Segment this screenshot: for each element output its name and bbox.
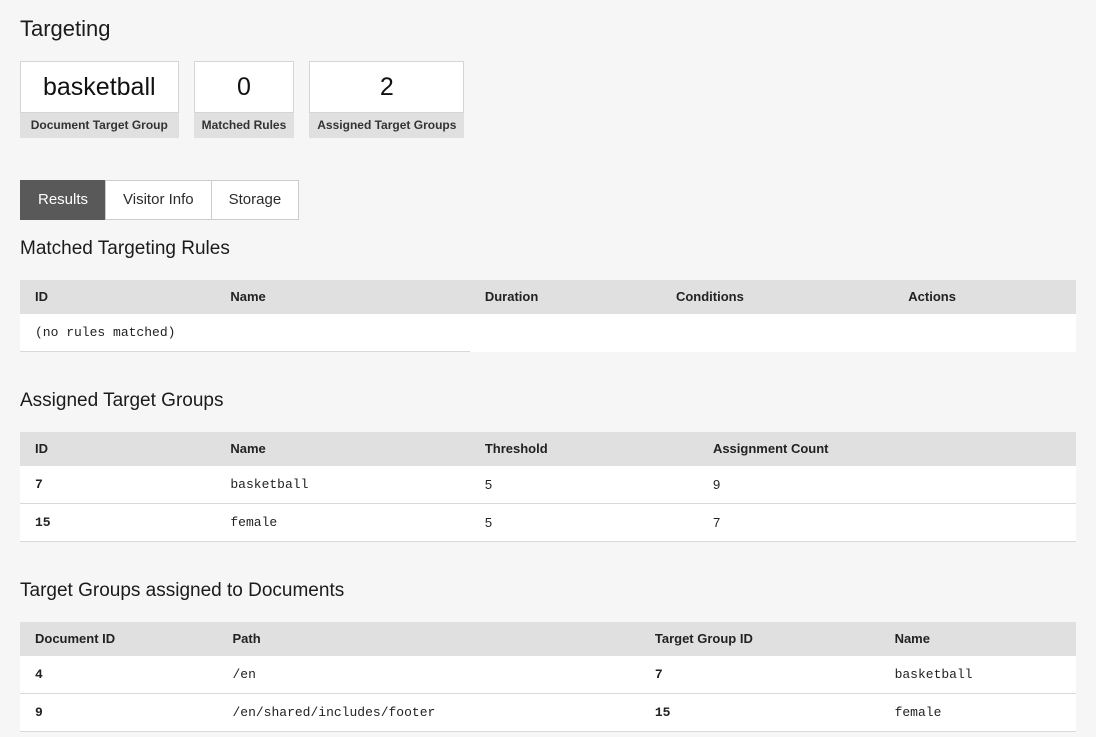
stat-value-document-target-group: basketball [20,61,179,113]
column-header-id: ID [20,432,215,466]
document-id-cell: 9 [20,694,217,732]
column-header-path: Path [217,622,639,656]
document-path-cell: /en [217,656,639,694]
stat-label-matched-rules: Matched Rules [194,113,295,138]
target-group-name-cell: female [880,694,1076,732]
tab-bar: Results Visitor Info Storage [20,180,1076,220]
group-name-cell: female [215,504,469,542]
column-header-name: Name [215,280,469,314]
table-header-row: ID Name Threshold Assignment Count [20,432,1076,466]
stat-cards: basketball Document Target Group 0 Match… [20,61,1076,138]
empty-state-message: (no rules matched) [20,314,470,352]
column-header-threshold: Threshold [470,432,698,466]
stat-card-assigned-target-groups: 2 Assigned Target Groups [309,61,464,138]
table-row: 4 /en 7 basketball [20,656,1076,694]
empty-state-row: (no rules matched) [20,314,1076,352]
group-assignment-count-cell: 9 [698,466,1076,504]
table-row: 7 basketball 5 9 [20,466,1076,504]
matched-rules-heading: Matched Targeting Rules [20,237,1076,260]
assigned-groups-heading: Assigned Target Groups [20,389,1076,412]
column-header-target-group-id: Target Group ID [640,622,880,656]
group-assignment-count-cell: 7 [698,504,1076,542]
target-group-id-cell: 7 [640,656,880,694]
group-threshold-cell: 5 [470,504,698,542]
document-path-cell: /en/shared/includes/footer [217,694,639,732]
stat-value-matched-rules: 0 [194,61,295,113]
stat-card-matched-rules: 0 Matched Rules [194,61,295,138]
column-header-name: Name [215,432,469,466]
table-row: 9 /en/shared/includes/footer 15 female [20,694,1076,732]
group-name-cell: basketball [215,466,469,504]
document-groups-heading: Target Groups assigned to Documents [20,579,1076,602]
empty-cell [661,314,893,352]
table-header-row: ID Name Duration Conditions Actions [20,280,1076,314]
target-group-id-cell: 15 [640,694,880,732]
tab-visitor-info[interactable]: Visitor Info [105,180,212,220]
target-group-name-cell: basketball [880,656,1076,694]
column-header-document-id: Document ID [20,622,217,656]
column-header-id: ID [20,280,215,314]
page-title: Targeting [20,16,1076,42]
column-header-actions: Actions [893,280,1076,314]
column-header-duration: Duration [470,280,661,314]
stat-card-document-target-group: basketball Document Target Group [20,61,179,138]
table-header-row: Document ID Path Target Group ID Name [20,622,1076,656]
column-header-name: Name [880,622,1076,656]
stat-label-assigned-target-groups: Assigned Target Groups [309,113,464,138]
group-id-cell: 15 [20,504,215,542]
document-id-cell: 4 [20,656,217,694]
tab-results[interactable]: Results [20,180,106,220]
tab-storage[interactable]: Storage [211,180,300,220]
assigned-groups-table: ID Name Threshold Assignment Count 7 bas… [20,432,1076,542]
document-groups-table: Document ID Path Target Group ID Name 4 … [20,622,1076,732]
matched-rules-table: ID Name Duration Conditions Actions (no … [20,280,1076,352]
group-id-cell: 7 [20,466,215,504]
empty-cell [470,314,661,352]
table-row: 15 female 5 7 [20,504,1076,542]
column-header-assignment-count: Assignment Count [698,432,1076,466]
stat-label-document-target-group: Document Target Group [20,113,179,138]
stat-value-assigned-target-groups: 2 [309,61,464,113]
group-threshold-cell: 5 [470,466,698,504]
targeting-page: Targeting basketball Document Target Gro… [0,0,1096,737]
empty-cell [893,314,1076,352]
column-header-conditions: Conditions [661,280,893,314]
